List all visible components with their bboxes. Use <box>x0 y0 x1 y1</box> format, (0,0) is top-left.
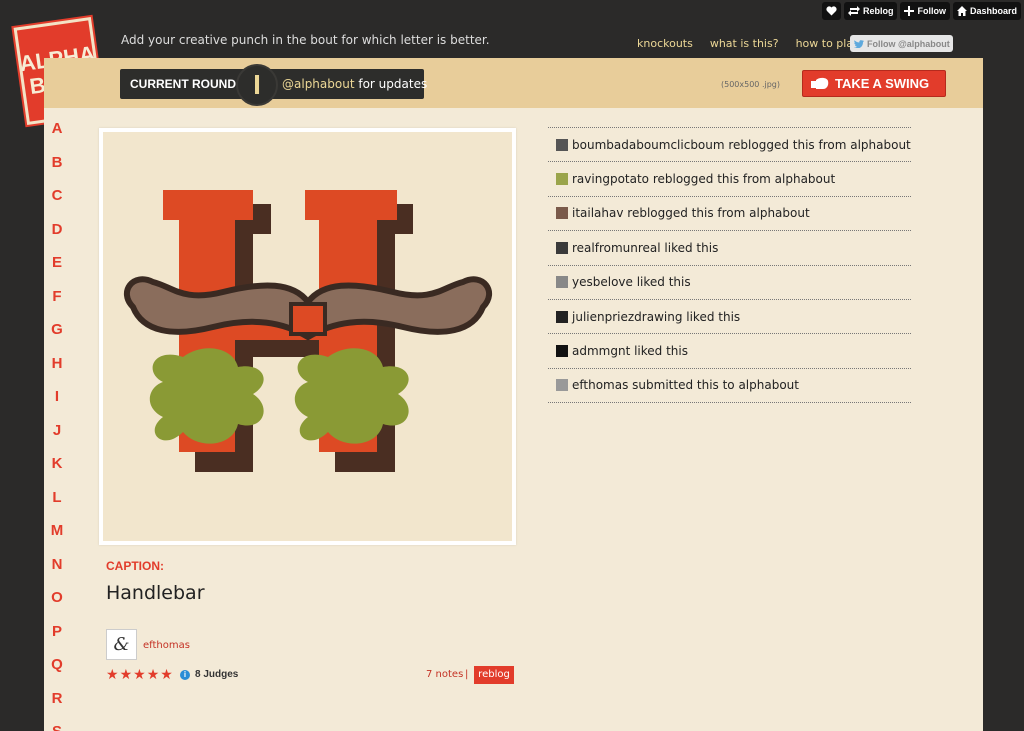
star-icon[interactable]: ★ <box>106 668 119 682</box>
letter-link-e[interactable]: E <box>50 254 64 288</box>
current-round-letter: I <box>236 64 278 106</box>
letter-h-illustration <box>103 132 512 541</box>
note-text: itailahav reblogged this from alphabout <box>572 206 810 221</box>
note-avatar[interactable] <box>556 310 568 323</box>
nav-what-is-this[interactable]: what is this? <box>710 37 779 50</box>
artwork-frame <box>99 128 516 545</box>
note-avatar[interactable] <box>556 173 568 186</box>
letter-link-l[interactable]: L <box>50 489 64 523</box>
note-item: julienpriezdrawing liked this <box>548 300 911 335</box>
note-text: admmgnt liked this <box>572 344 688 359</box>
caption-label: CAPTION: <box>106 559 164 573</box>
note-text: julienpriezdrawing liked this <box>572 309 741 324</box>
star-icon[interactable]: ★ <box>147 668 160 682</box>
star-icon[interactable]: ★ <box>160 668 173 682</box>
letter-link-g[interactable]: G <box>50 321 64 355</box>
note-avatar[interactable] <box>556 379 568 392</box>
letter-link-i[interactable]: I <box>50 388 64 422</box>
star-icon[interactable]: ★ <box>133 668 146 682</box>
letter-link-j[interactable]: J <box>50 422 64 456</box>
letter-link-m[interactable]: M <box>50 522 64 556</box>
note-avatar[interactable] <box>556 207 568 220</box>
follow-label: Follow <box>917 6 946 16</box>
letter-link-d[interactable]: D <box>50 221 64 255</box>
judges-count: 8 Judges <box>195 669 239 680</box>
boxing-glove-icon <box>811 77 829 89</box>
letter-link-o[interactable]: O <box>50 589 64 623</box>
note-avatar[interactable] <box>556 241 568 254</box>
info-icon[interactable]: i <box>180 670 190 680</box>
heart-icon <box>826 6 837 16</box>
nav-knockouts[interactable]: knockouts <box>637 37 693 50</box>
link-separator: | <box>465 669 469 680</box>
letter-link-s[interactable]: S <box>50 723 64 731</box>
note-text: boumbadaboumclicboum reblogged this from… <box>572 137 911 152</box>
follow-control[interactable]: Follow <box>900 2 950 20</box>
notes-link[interactable]: 7 notes <box>426 669 463 680</box>
plus-icon <box>904 6 915 16</box>
home-icon <box>956 6 967 16</box>
note-item: boumbadaboumclicboum reblogged this from… <box>548 128 911 163</box>
notes-list: boumbadaboumclicboum reblogged this from… <box>548 127 911 404</box>
take-a-swing-button[interactable]: TAKE A SWING <box>802 70 946 97</box>
follow-twitter-button[interactable]: Follow @alphabout <box>850 35 953 52</box>
author-avatar[interactable]: & <box>106 629 137 660</box>
letter-link-b[interactable]: B <box>50 154 64 188</box>
star-icon[interactable]: ★ <box>120 668 133 682</box>
letter-link-p[interactable]: P <box>50 623 64 657</box>
note-item: admmgnt liked this <box>548 334 911 369</box>
note-item: yesbelove liked this <box>548 266 911 300</box>
updates-handle[interactable]: @alphabout <box>282 77 355 91</box>
reblog-label: Reblog <box>862 6 894 16</box>
take-a-swing-label: TAKE A SWING <box>835 76 930 91</box>
note-avatar[interactable] <box>556 276 568 289</box>
letter-sidebar: ABCDEFGHIJKLMNOPQRS <box>50 120 64 731</box>
dashboard-control[interactable]: Dashboard <box>952 2 1021 20</box>
note-item: ravingpotato reblogged this from alphabo… <box>548 162 911 197</box>
note-text: ravingpotato reblogged this from alphabo… <box>572 172 836 187</box>
dashboard-label: Dashboard <box>969 6 1017 16</box>
note-avatar[interactable] <box>556 138 568 151</box>
note-item: itailahav reblogged this from alphabout <box>548 197 911 232</box>
letter-link-q[interactable]: Q <box>50 656 64 690</box>
reblog-button[interactable]: reblog <box>474 666 514 684</box>
note-avatar[interactable] <box>556 345 568 358</box>
letter-link-n[interactable]: N <box>50 556 64 590</box>
updates-text: @alphabout for updates <box>282 77 427 91</box>
artwork-image[interactable] <box>103 132 512 541</box>
current-round-label: CURRENT ROUND: <box>130 77 240 91</box>
letter-link-a[interactable]: A <box>50 120 64 154</box>
letter-link-h[interactable]: H <box>50 355 64 389</box>
note-text: yesbelove liked this <box>572 275 691 290</box>
author-link[interactable]: efthomas <box>143 640 190 651</box>
reblog-icon <box>847 6 860 16</box>
tagline: Add your creative punch in the bout for … <box>121 33 490 47</box>
note-text: efthomas submitted this to alphabout <box>572 378 799 393</box>
caption-title: Handlebar <box>106 582 205 604</box>
updates-suffix: for updates <box>354 77 428 91</box>
reblog-control[interactable]: Reblog <box>843 2 898 20</box>
letter-link-r[interactable]: R <box>50 690 64 724</box>
tumblr-controls: Reblog Follow Dashboard <box>821 2 1021 20</box>
note-item: efthomas submitted this to alphabout <box>548 369 911 404</box>
like-button[interactable] <box>821 2 841 20</box>
letter-link-c[interactable]: C <box>50 187 64 221</box>
follow-twitter-label: Follow @alphabout <box>867 38 950 49</box>
twitter-bird-icon <box>854 39 864 48</box>
rating-stars[interactable]: ★ ★ ★ ★ ★ <box>106 668 173 682</box>
note-text: realfromunreal liked this <box>572 240 719 255</box>
letter-link-f[interactable]: F <box>50 288 64 322</box>
note-item: realfromunreal liked this <box>548 231 911 266</box>
size-hint: (500x500 .jpg) <box>721 80 780 89</box>
letter-link-k[interactable]: K <box>50 455 64 489</box>
top-nav: knockouts what is this? how to play <box>637 37 860 50</box>
